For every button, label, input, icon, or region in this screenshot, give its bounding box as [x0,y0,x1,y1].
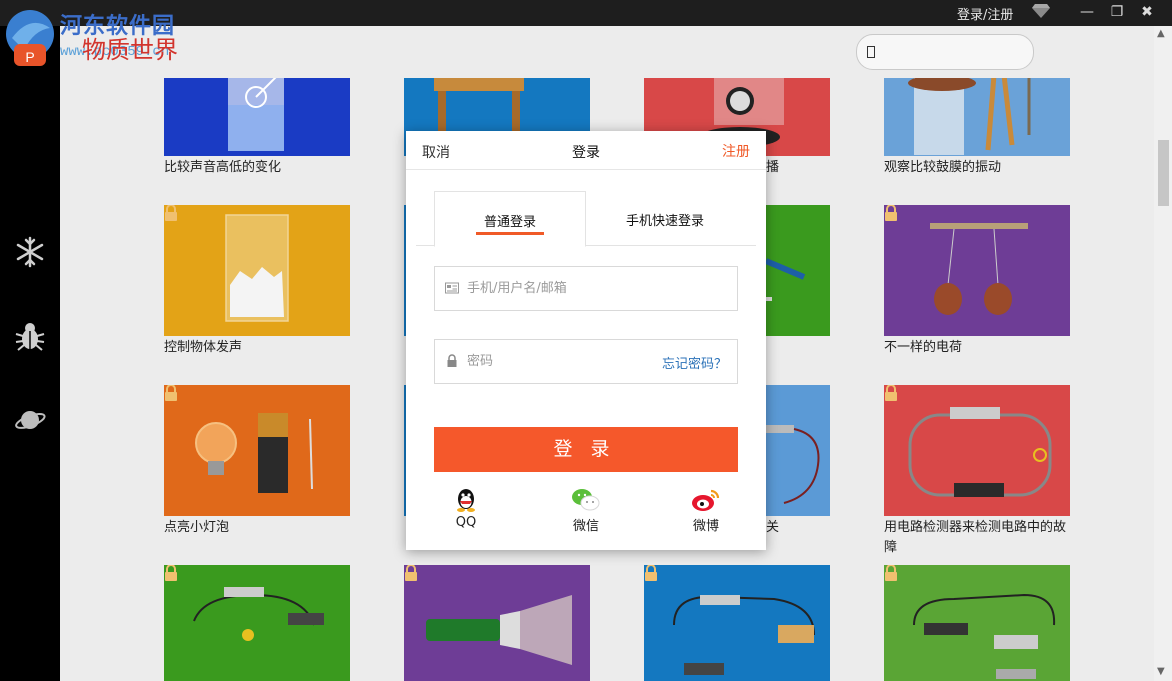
login-register-link[interactable]: 登录/注册 [957,4,1013,23]
lock-icon [405,565,417,581]
tab-normal-login-label: 普通登录 [483,215,536,230]
weibo-icon [692,489,720,511]
password-input[interactable] [465,340,669,383]
qq-login-button[interactable]: QQ [431,487,501,530]
card-title: 控制物体发声 [164,340,243,355]
wechat-label: 微信 [572,519,599,534]
experiment-card[interactable]: 不一样的电荷 [884,205,1070,358]
experiment-card[interactable] [164,565,350,681]
lock-icon [885,205,897,221]
username-field[interactable] [434,266,738,311]
close-button[interactable]: ✖ [1138,3,1156,21]
qq-label: QQ [455,515,477,530]
bug-icon[interactable] [14,320,46,352]
title-bar: 登录/注册 — ❐ ✖ [0,0,1172,26]
scroll-thumb[interactable] [1158,140,1169,206]
card-thumbnail [164,565,350,681]
card-thumbnail [884,385,1070,516]
search-icon [867,46,875,58]
card-thumbnail [884,565,1070,681]
experiment-card[interactable] [644,565,830,681]
forgot-password-link[interactable]: 忘记密码？ [662,353,727,372]
tab-phone-login-label: 手机快速登录 [625,214,704,229]
card-title: 用电路检测器来检测电路中的故障 [884,520,1067,555]
card-title: 点亮小灯泡 [164,520,230,535]
experiment-card[interactable]: 用电路检测器来检测电路中的故障 [884,385,1070,558]
weibo-login-button[interactable]: 微博 [671,487,741,534]
login-dialog: 登录 取消 注册 普通登录 手机快速登录 忘记密码？ 登录 [406,131,766,550]
beaker-sound-illustration [228,78,284,151]
circuit-tester-illustration [908,407,1052,497]
card-title: 不一样的电荷 [884,340,963,355]
circuit-switch-illustration [913,593,1056,679]
register-link[interactable]: 注册 [722,141,750,161]
charged-balls-illustration [930,223,1028,315]
active-tab-underline [476,232,544,235]
card-thumbnail [164,205,350,336]
app-title: 物质世界 [82,36,178,64]
weibo-label: 微博 [692,519,719,534]
snowflake-icon[interactable] [14,236,46,268]
tab-normal-login[interactable]: 普通登录 [434,191,586,247]
card-title: 观察比较鼓膜的振动 [884,160,1002,175]
logo: P [6,10,54,66]
experiment-card[interactable]: 控制物体发声 [164,205,350,358]
tab-phone-login[interactable]: 手机快速登录 [590,191,740,245]
lock-icon [165,385,177,401]
card-thumbnail [884,78,1070,156]
dialog-header: 登录 取消 注册 [406,131,766,170]
scrollbar[interactable] [1154,26,1172,681]
lock-icon [447,354,457,367]
planet-icon[interactable] [14,404,46,436]
card-thumbnail [884,205,1070,336]
dialog-title: 登录 [572,145,600,161]
card-thumbnail [164,385,350,516]
cancel-button[interactable]: 取消 [422,142,450,162]
sidebar [0,26,60,681]
wechat-login-button[interactable]: 微信 [551,487,621,534]
password-field[interactable]: 忘记密码？ [434,339,738,384]
scroll-down-icon[interactable]: ▼ [1157,666,1165,677]
drum-illustration [908,78,1031,155]
lock-icon [165,565,177,581]
diamond-icon[interactable] [1031,3,1051,19]
paper-beaker-illustration [225,214,289,322]
minimize-button[interactable]: — [1078,3,1096,21]
lock-icon [885,565,897,581]
experiment-card[interactable] [404,565,590,681]
card-thumbnail [164,78,350,156]
experiment-card[interactable]: 点亮小灯泡 [164,385,350,538]
login-button[interactable]: 登录 [434,427,738,472]
card-thumbnail [644,565,830,681]
username-input[interactable] [465,267,669,310]
lock-icon [885,385,897,401]
lock-icon [645,565,657,581]
card-thumbnail [404,565,590,681]
qq-icon [457,489,475,512]
flashlight-illustration [426,595,572,665]
id-card-icon [445,282,459,294]
scroll-up-icon[interactable]: ▲ [1157,28,1165,39]
svg-text:P: P [25,49,34,65]
circuit-box-illustration [673,595,815,675]
search-box[interactable] [856,34,1034,70]
experiment-card[interactable]: 比较声音高低的变化 [164,78,350,178]
circuit-parts-illustration [193,587,324,641]
experiment-card[interactable] [884,565,1070,681]
bulb-battery-illustration [195,413,313,493]
card-title: 比较声音高低的变化 [164,160,282,175]
experiment-card[interactable]: 观察比较鼓膜的振动 [884,78,1070,178]
restore-button[interactable]: ❐ [1108,3,1126,21]
wechat-icon [572,489,600,511]
lock-icon [165,205,177,221]
